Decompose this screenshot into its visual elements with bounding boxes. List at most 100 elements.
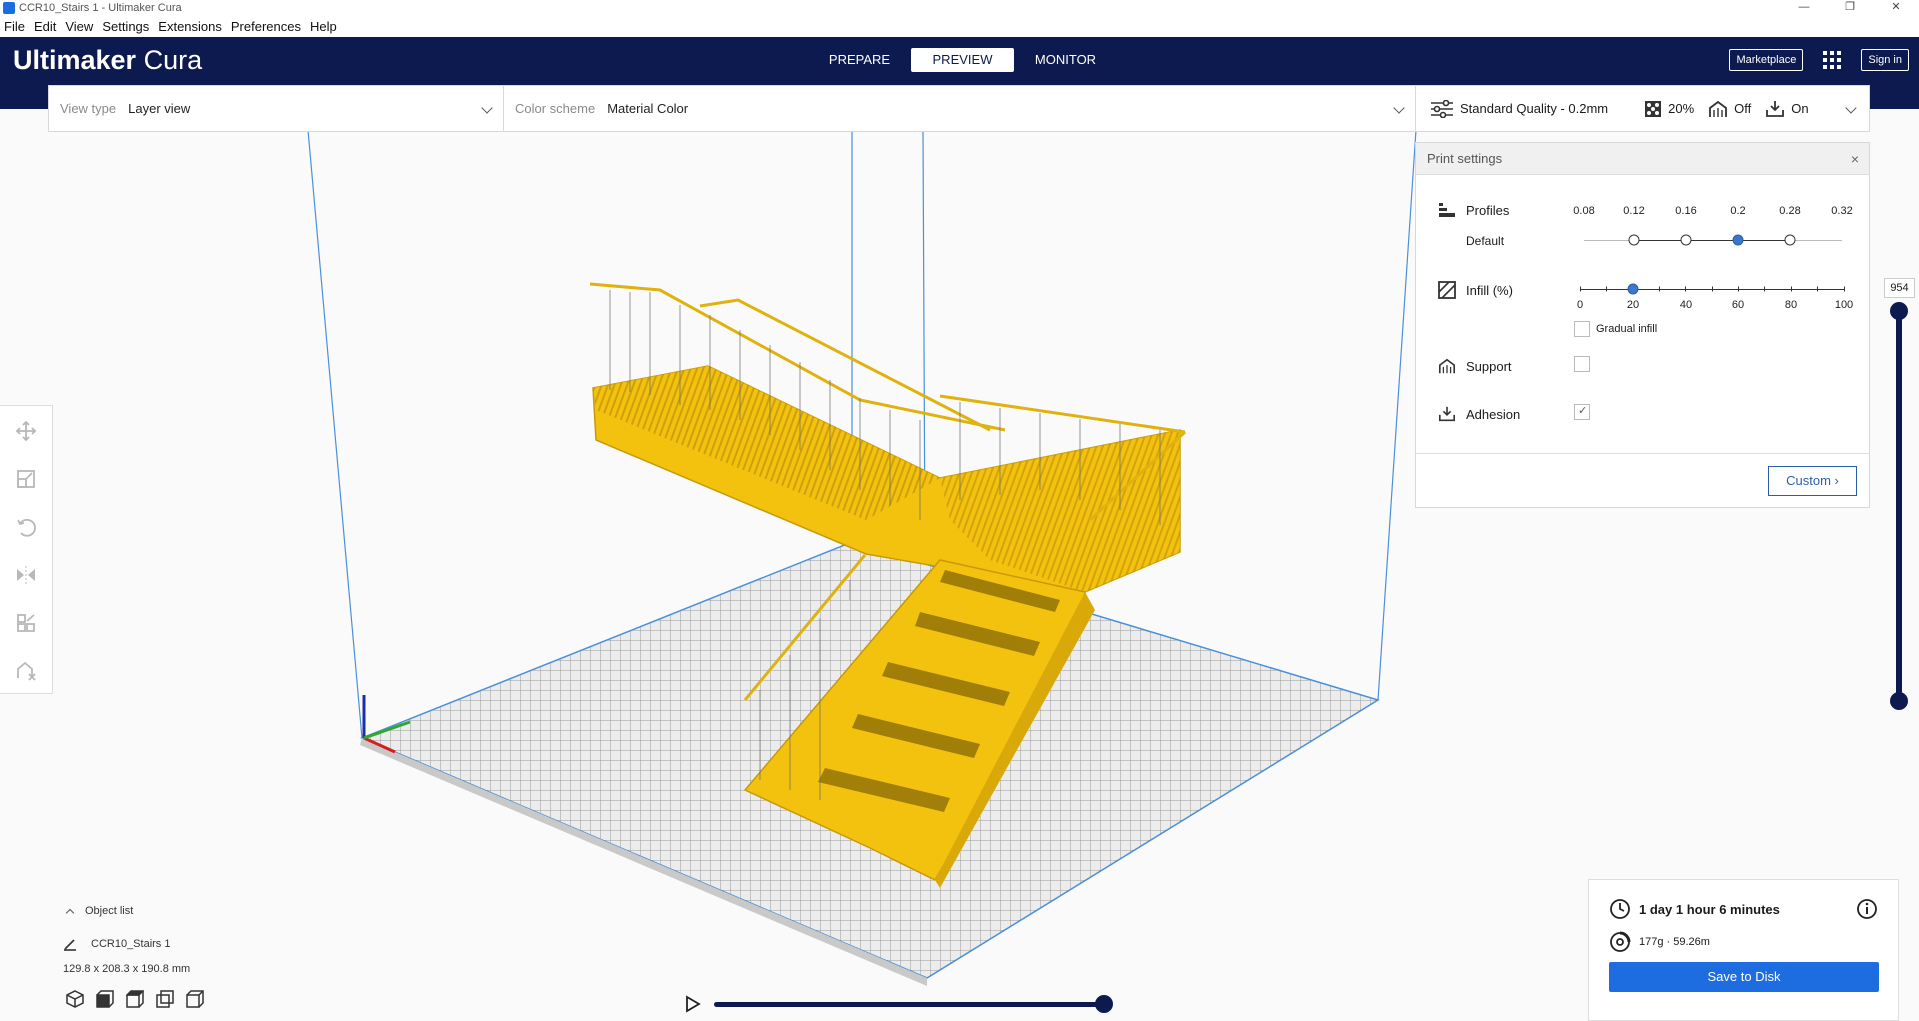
print-settings-title: Print settings	[1427, 151, 1503, 166]
top-view-icon[interactable]	[126, 990, 144, 1008]
menu-preferences[interactable]: Preferences	[227, 19, 306, 34]
layer-slider-upper-handle[interactable]	[1890, 302, 1908, 320]
chevron-down-icon	[481, 102, 493, 114]
support-checkbox[interactable]	[1574, 356, 1590, 372]
marketplace-button[interactable]: Marketplace	[1729, 49, 1804, 71]
profiles-row: Profiles	[1438, 201, 1509, 219]
infill-hatch-icon	[1438, 281, 1456, 299]
custom-settings-button[interactable]: Custom ›	[1768, 466, 1857, 496]
adhesion-summary: On	[1765, 100, 1809, 118]
material-usage-row: 177g · 59.26m	[1609, 931, 1710, 953]
menu-bar: File Edit View Settings Extensions Prefe…	[0, 15, 1919, 37]
window-controls: — ❐ ✕	[1781, 0, 1919, 15]
support-icon	[1438, 358, 1456, 374]
profile-tick: 0.08	[1573, 205, 1595, 217]
infill-tick: 80	[1784, 299, 1798, 311]
menu-file[interactable]: File	[0, 19, 30, 34]
support-blocker-icon[interactable]	[15, 660, 37, 682]
adhesion-value: On	[1791, 101, 1809, 116]
right-view-icon[interactable]	[186, 990, 204, 1008]
info-icon[interactable]	[1856, 898, 1878, 920]
profile-tick: 0.2	[1730, 205, 1746, 217]
adhesion-checkbox[interactable]	[1574, 404, 1590, 420]
left-view-icon[interactable]	[156, 990, 174, 1008]
cura-app-icon	[3, 1, 15, 14]
print-settings-summary[interactable]: Standard Quality - 0.2mm 20% Off On	[1415, 85, 1870, 132]
tools-toolbar	[0, 405, 53, 694]
profile-knob-selected[interactable]	[1732, 234, 1744, 246]
tab-preview[interactable]: PREVIEW	[911, 48, 1014, 72]
apps-grid-icon[interactable]	[1823, 51, 1842, 69]
infill-label: Infill (%)	[1466, 282, 1513, 298]
infill-knob[interactable]	[1627, 283, 1639, 295]
menu-edit[interactable]: Edit	[30, 19, 61, 34]
infill-summary: 20%	[1644, 100, 1694, 118]
save-to-disk-button[interactable]: Save to Disk	[1609, 962, 1879, 992]
support-value: Off	[1734, 101, 1752, 116]
3d-view-icon[interactable]	[66, 990, 84, 1008]
profile-tick: 0.12	[1623, 205, 1645, 217]
close-icon[interactable]: ×	[1851, 143, 1859, 175]
object-name: CCR10_Stairs 1	[91, 938, 171, 950]
tab-prepare[interactable]: PREPARE	[808, 48, 911, 72]
path-slider-track[interactable]	[714, 1002, 1104, 1007]
profile-knob[interactable]	[1628, 234, 1640, 246]
support-summary: Off	[1708, 100, 1751, 118]
profile-knob[interactable]	[1680, 234, 1692, 246]
window-title: CCR10_Stairs 1 - Ultimaker Cura	[19, 1, 182, 14]
minimize-button[interactable]: —	[1781, 0, 1827, 15]
adhesion-icon	[1766, 100, 1785, 117]
adhesion-icon	[1438, 406, 1456, 422]
view-options-bar: View type Layer view Color scheme Materi…	[48, 85, 1416, 132]
object-dimensions: 129.8 x 208.3 x 190.8 mm	[63, 963, 191, 975]
scale-tool-icon[interactable]	[15, 468, 37, 490]
sign-in-button[interactable]: Sign in	[1861, 49, 1909, 71]
profile-tick: 0.32	[1831, 205, 1853, 217]
layer-slider-lower-handle[interactable]	[1890, 692, 1908, 710]
layer-slider-track[interactable]	[1896, 310, 1902, 702]
camera-view-buttons	[66, 990, 216, 1008]
gradual-infill-checkbox[interactable]	[1574, 321, 1590, 337]
tab-monitor[interactable]: MONITOR	[1014, 48, 1117, 72]
pencil-icon[interactable]	[63, 937, 77, 951]
per-model-settings-icon[interactable]	[15, 612, 37, 634]
mirror-tool-icon[interactable]	[15, 564, 37, 586]
play-icon[interactable]	[685, 995, 701, 1013]
close-window-button[interactable]: ✕	[1873, 0, 1919, 15]
infill-tick: 40	[1679, 299, 1693, 311]
view-type-dropdown[interactable]: View type Layer view	[49, 86, 504, 131]
sliders-icon	[1431, 99, 1453, 118]
object-name-row[interactable]: CCR10_Stairs 1	[63, 937, 170, 951]
menu-extensions[interactable]: Extensions	[154, 19, 227, 34]
print-settings-panel: Print settings × Profiles Default 0.08 0…	[1415, 142, 1870, 508]
color-scheme-value: Material Color	[607, 101, 689, 116]
menu-help[interactable]: Help	[306, 19, 342, 34]
print-settings-header: Print settings ×	[1416, 143, 1869, 175]
view-type-value: Layer view	[128, 101, 191, 116]
infill-row: Infill (%)	[1438, 281, 1513, 299]
menu-settings[interactable]: Settings	[98, 19, 154, 34]
spool-icon	[1610, 931, 1631, 952]
restore-button[interactable]: ❐	[1827, 0, 1873, 15]
object-list-toggle[interactable]: Object list	[63, 905, 133, 917]
gradual-infill-label: Gradual infill	[1596, 323, 1658, 335]
window-title-bar: CCR10_Stairs 1 - Ultimaker Cura — ❐ ✕	[0, 0, 1919, 15]
rotate-tool-icon[interactable]	[15, 516, 37, 538]
profile-tick: 0.16	[1675, 205, 1697, 217]
move-tool-icon[interactable]	[15, 420, 37, 442]
adhesion-row: Adhesion	[1438, 405, 1520, 423]
profiles-label: Profiles	[1466, 202, 1510, 218]
print-time: 1 day 1 hour 6 minutes	[1639, 901, 1780, 917]
infill-tick: 20	[1626, 299, 1640, 311]
print-estimate-panel: 1 day 1 hour 6 minutes 177g · 59.26m Sav…	[1588, 879, 1899, 1021]
profile-default-label: Default	[1466, 234, 1505, 248]
profile-knob[interactable]	[1784, 234, 1796, 246]
front-view-icon[interactable]	[96, 990, 114, 1008]
menu-view[interactable]: View	[61, 19, 98, 34]
path-slider-handle[interactable]	[1095, 995, 1113, 1013]
color-scheme-dropdown[interactable]: Color scheme Material Color	[504, 86, 1415, 131]
layer-number-field[interactable]: 954	[1884, 278, 1915, 298]
infill-value: 20%	[1668, 101, 1695, 116]
chevron-down-icon	[1393, 102, 1405, 114]
infill-icon	[1645, 100, 1662, 117]
